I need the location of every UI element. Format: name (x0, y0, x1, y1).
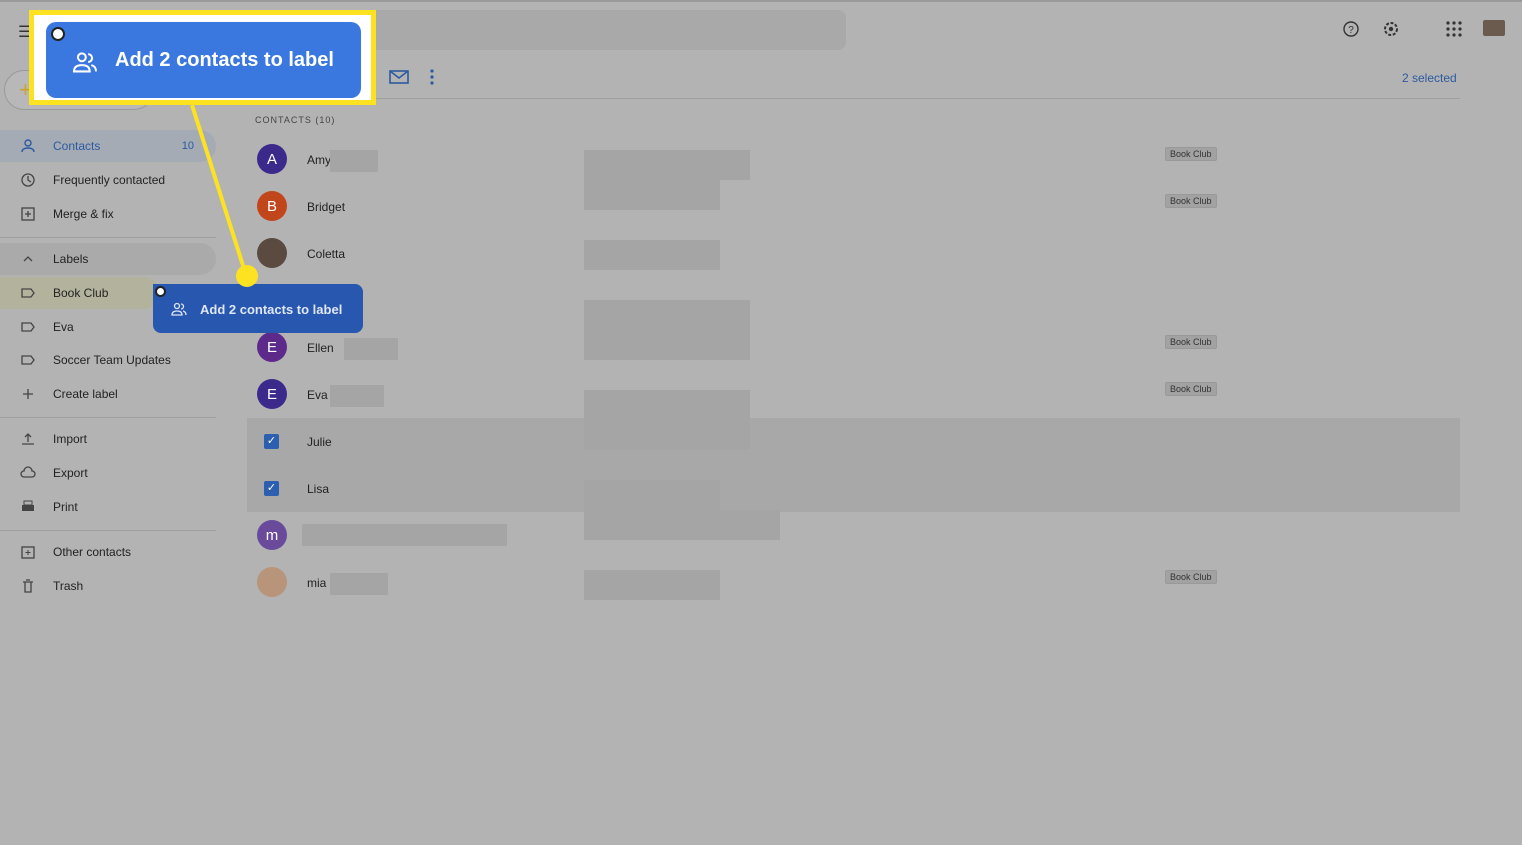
avatar: E (257, 379, 287, 409)
contact-row[interactable]: m (247, 512, 1460, 559)
sidebar-item-print[interactable]: Print (0, 491, 216, 523)
upload-icon (22, 433, 34, 445)
label-icon (21, 322, 35, 332)
other-contacts-icon (21, 546, 35, 559)
sidebar-item-export[interactable]: Export (0, 457, 216, 489)
contact-row[interactable]: A Amy Book Club (247, 136, 1460, 183)
redacted-info (584, 300, 750, 360)
redacted-info (584, 240, 720, 270)
contact-name: Lisa (307, 482, 330, 496)
cloud-upload-icon (20, 466, 36, 478)
redacted-name (330, 573, 388, 595)
divider (0, 417, 216, 418)
redacted-info (584, 180, 720, 210)
contact-row[interactable]: B Bridget Book Club (247, 183, 1460, 230)
grab-hand-icon (51, 27, 65, 41)
contact-row[interactable]: mia Book Club (247, 559, 1460, 606)
avatar: E (257, 332, 287, 362)
search-input[interactable] (370, 10, 846, 50)
label-icon (21, 355, 35, 365)
avatar: m (257, 520, 287, 550)
contact-row[interactable]: Coletta (247, 230, 1460, 277)
redacted-info (584, 150, 750, 180)
apps-icon[interactable] (1445, 20, 1463, 38)
contact-name: Ellen (307, 341, 334, 355)
contact-row[interactable] (247, 277, 1460, 324)
label-chip: Book Club (1165, 570, 1217, 584)
print-icon (22, 500, 34, 511)
sidebar-item-label: Export (53, 466, 88, 480)
sidebar-item-label: Trash (53, 579, 84, 593)
checkbox[interactable]: ✓ (264, 481, 279, 496)
redacted-info (584, 480, 720, 510)
redacted-name (330, 385, 384, 407)
redacted-name (344, 338, 398, 360)
sidebar-item-label: Other contacts (53, 545, 132, 559)
callout-dot (236, 265, 258, 287)
svg-text:?: ? (1348, 25, 1354, 36)
label-chip: Book Club (1165, 382, 1217, 396)
contact-row[interactable]: ✓ Lisa (247, 465, 1460, 512)
redacted-info (584, 390, 750, 450)
label-chip: Book Club (1165, 194, 1217, 208)
contact-name: Eva (307, 388, 328, 402)
contact-row[interactable]: E Ellen Book Club (247, 324, 1460, 371)
create-label-button[interactable]: Create label (0, 378, 216, 410)
avatar (257, 567, 287, 597)
account-avatar[interactable] (1483, 20, 1505, 36)
settings-icon[interactable] (1382, 20, 1400, 38)
group-icon (72, 52, 98, 73)
sidebar-item-label: Soccer Team Updates (53, 353, 171, 367)
drag-chip-text: Add 2 contacts to label (200, 302, 343, 317)
sidebar-label-soccer-team-updates[interactable]: Soccer Team Updates (0, 344, 216, 376)
checkbox[interactable]: ✓ (264, 434, 279, 449)
contact-row[interactable]: ✓ Julie (247, 418, 1460, 465)
label-chip: Book Club (1165, 147, 1217, 161)
sidebar-item-label: Create label (53, 387, 118, 401)
contact-name: Julie (307, 435, 332, 449)
plus-icon (23, 389, 33, 399)
callout-text: Add 2 contacts to label (115, 49, 334, 71)
redacted-info (584, 510, 780, 540)
zoom-callout: Add 2 contacts to label (29, 10, 376, 105)
divider (0, 530, 216, 531)
sidebar-item-label: Eva (53, 320, 74, 334)
sidebar-item-label: Import (53, 432, 88, 446)
sidebar-item-trash[interactable]: Trash (0, 570, 216, 602)
contact-name: mia (307, 576, 327, 590)
sidebar-item-other-contacts[interactable]: Other contacts (0, 536, 216, 568)
redacted-name (302, 524, 507, 546)
trash-icon (23, 579, 33, 593)
selected-count: 2 selected (1402, 71, 1457, 85)
sidebar-item-label: Print (53, 500, 78, 514)
redacted-info (584, 570, 720, 600)
help-icon[interactable]: ? (1342, 20, 1360, 38)
more-options-icon[interactable] (428, 68, 436, 86)
sidebar-item-import[interactable]: Import (0, 423, 216, 455)
group-icon (171, 302, 187, 316)
toolbar-divider (247, 98, 1460, 99)
contact-row[interactable]: E Eva Book Club (247, 371, 1460, 418)
label-chip: Book Club (1165, 335, 1217, 349)
callout-chip: Add 2 contacts to label (46, 22, 361, 98)
